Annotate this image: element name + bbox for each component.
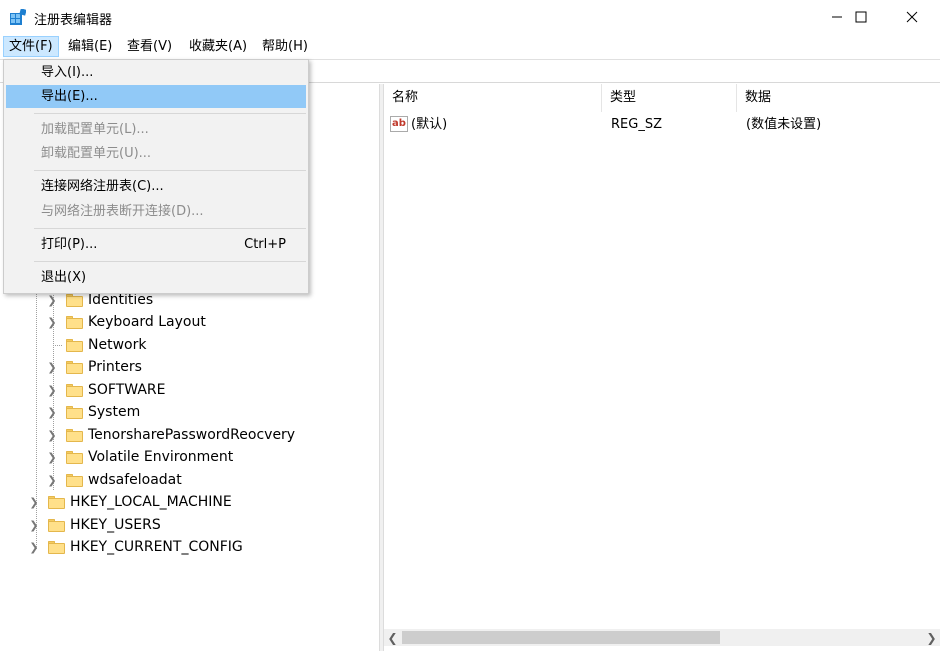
value-data: (数值未设置): [746, 117, 822, 132]
folder-icon: [48, 518, 65, 532]
folder-icon: [66, 405, 83, 419]
tree-node-label: HKEY_CURRENT_CONFIG: [70, 539, 243, 555]
menu-file[interactable]: 文件(F): [3, 36, 59, 57]
folder-icon: [66, 450, 83, 464]
regedit-icon: [10, 9, 26, 25]
menu-item-unload-hive[interactable]: 卸载配置单元(U)...: [6, 142, 306, 165]
folder-icon: [66, 293, 83, 307]
tree-node[interactable]: ❯ HKEY_LOCAL_MACHINE: [28, 491, 232, 513]
window-title: 注册表编辑器: [34, 13, 113, 28]
tree-node-label: HKEY_LOCAL_MACHINE: [70, 494, 232, 510]
tree-node-label: Network: [88, 337, 147, 353]
tree-node[interactable]: ❯ HKEY_USERS: [28, 514, 161, 536]
tree-node[interactable]: ❯ HKEY_CURRENT_CONFIG: [28, 536, 243, 558]
tree-node-label: Identities: [88, 292, 154, 308]
tree-node-label: TenorsharePasswordReocvery: [88, 427, 296, 443]
menu-item-connect-network-registry[interactable]: 连接网络注册表(C)...: [6, 175, 306, 198]
folder-icon: [48, 540, 65, 554]
tree-node-label: Volatile Environment: [88, 449, 234, 465]
scrollbar-thumb[interactable]: [402, 631, 720, 644]
menu-item-disconnect-network-registry[interactable]: 与网络注册表断开连接(D)...: [6, 200, 306, 223]
menu-favorites[interactable]: 收藏夹(A): [183, 36, 253, 57]
menu-item-print[interactable]: 打印(P)... Ctrl+P: [6, 233, 306, 256]
folder-icon: [66, 473, 83, 487]
chevron-right-icon[interactable]: ❯: [46, 311, 58, 333]
menu-item-exit[interactable]: 退出(X): [6, 266, 306, 289]
tree-node-label: HKEY_USERS: [70, 517, 161, 533]
value-name[interactable]: (默认): [411, 114, 447, 136]
menu-bar: 文件(F) 编辑(E) 查看(V) 收藏夹(A) 帮助(H): [0, 34, 940, 58]
value-type: REG_SZ: [611, 117, 662, 132]
file-menu-dropdown: 导入(I)... 导出(E)... 加载配置单元(L)... 卸载配置单元(U)…: [3, 59, 309, 294]
folder-icon: [66, 428, 83, 442]
menu-separator: [34, 261, 306, 262]
chevron-right-icon[interactable]: ❯: [46, 401, 58, 423]
tree-node[interactable]: ❯ SOFTWARE: [46, 379, 166, 401]
chevron-right-icon[interactable]: ❯: [28, 536, 40, 558]
chevron-right-icon[interactable]: ❯: [46, 469, 58, 491]
menu-help[interactable]: 帮助(H): [256, 36, 314, 57]
menu-item-load-hive[interactable]: 加载配置单元(L)...: [6, 118, 306, 141]
column-header-name[interactable]: 名称: [384, 84, 602, 112]
tree-node[interactable]: ❯ System: [46, 401, 140, 423]
horizontal-scrollbar[interactable]: ❮ ❯: [384, 629, 940, 646]
folder-icon: [66, 338, 83, 352]
menu-item-print-shortcut: Ctrl+P: [244, 237, 286, 252]
chevron-right-icon[interactable]: ❯: [28, 514, 40, 536]
menu-item-print-label: 打印(P)...: [41, 237, 98, 252]
menu-separator: [34, 170, 306, 171]
tree-node-label: SOFTWARE: [88, 382, 166, 398]
tree-node[interactable]: ❯ TenorsharePasswordReocvery: [46, 424, 295, 446]
column-header-data[interactable]: 数据: [737, 84, 940, 112]
maximize-icon: [855, 11, 867, 23]
menu-separator: [34, 113, 306, 114]
folder-icon: [66, 315, 83, 329]
menu-separator: [34, 228, 306, 229]
chevron-right-icon[interactable]: ❯: [46, 446, 58, 468]
chevron-right-icon[interactable]: ❯: [28, 491, 40, 513]
title-bar: 注册表编辑器: [0, 0, 940, 34]
tree-node[interactable]: ❯ wdsafeloadat: [46, 469, 182, 491]
tree-node[interactable]: ❯ Volatile Environment: [46, 446, 233, 468]
close-button[interactable]: [889, 0, 935, 34]
values-list: 名称 类型 数据 ab (默认) REG_SZ (数值未设置): [384, 84, 940, 651]
folder-icon: [66, 360, 83, 374]
column-header-type[interactable]: 类型: [602, 84, 737, 112]
chevron-right-icon[interactable]: ❯: [46, 424, 58, 446]
folder-icon: [66, 383, 83, 397]
menu-edit[interactable]: 编辑(E): [62, 36, 118, 57]
menu-view[interactable]: 查看(V): [121, 36, 178, 57]
chevron-right-icon[interactable]: ❯: [46, 356, 58, 378]
scroll-left-icon[interactable]: ❮: [384, 629, 401, 646]
tree-node-label: wdsafeloadat: [88, 472, 182, 488]
menu-item-import[interactable]: 导入(I)...: [6, 61, 306, 84]
tree-node-label: Printers: [88, 359, 142, 375]
close-icon: [906, 11, 918, 23]
tree-node-label: Keyboard Layout: [88, 314, 206, 330]
string-value-icon: ab: [390, 116, 408, 132]
tree-node-label: System: [88, 404, 141, 420]
tree-node[interactable]: Network: [46, 334, 146, 356]
folder-icon: [48, 495, 65, 509]
scroll-right-icon[interactable]: ❯: [923, 629, 940, 646]
tree-node[interactable]: ❯ Printers: [46, 356, 142, 378]
chevron-right-icon[interactable]: ❯: [46, 379, 58, 401]
tree-node[interactable]: ❯ Keyboard Layout: [46, 311, 206, 333]
menu-item-export[interactable]: 导出(E)...: [6, 85, 306, 108]
maximize-button[interactable]: [838, 0, 884, 34]
